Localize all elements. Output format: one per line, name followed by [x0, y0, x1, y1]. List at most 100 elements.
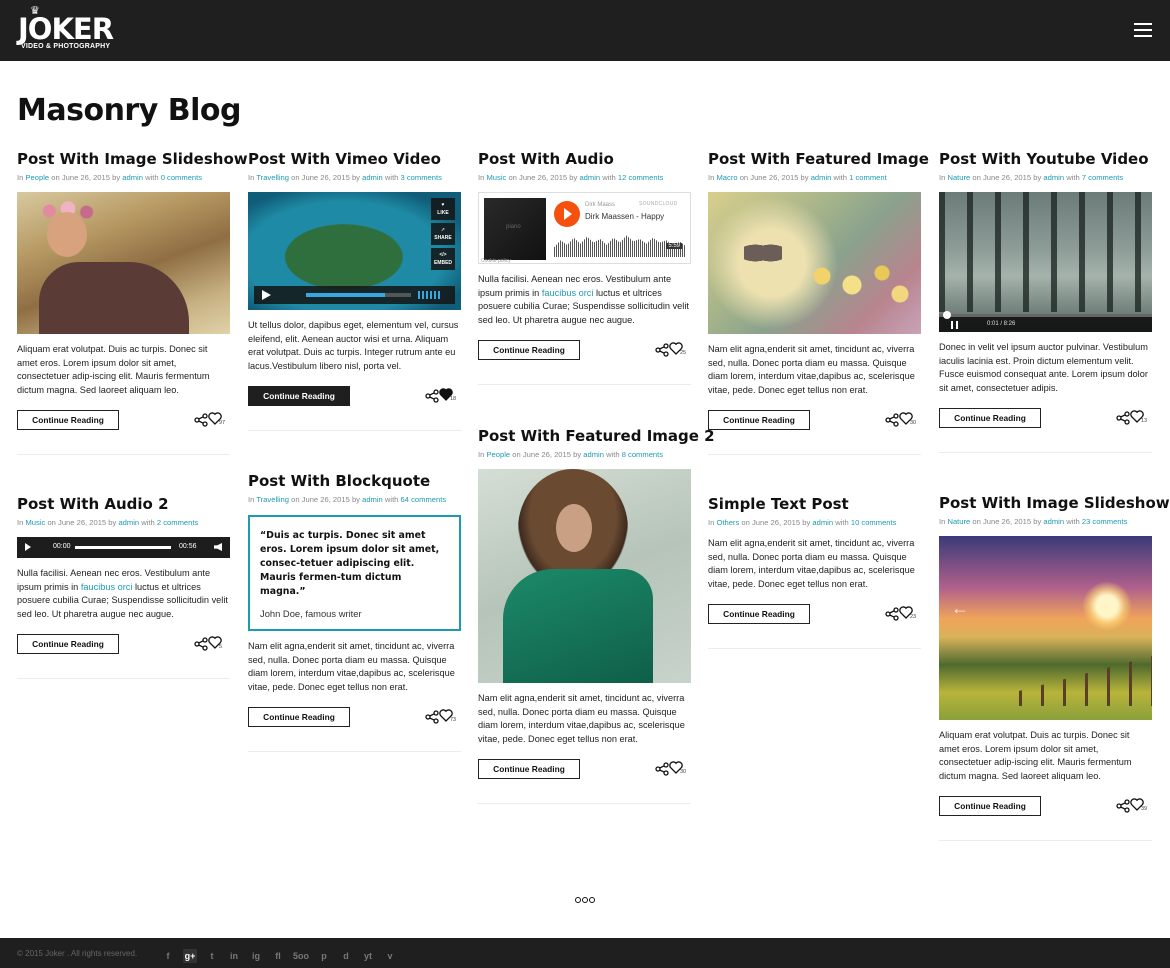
cookie-policy-link[interactable]: Cookie policy: [481, 258, 511, 263]
like-button[interactable]: 30: [899, 412, 919, 428]
author-link[interactable]: admin: [362, 173, 383, 182]
author-link[interactable]: admin: [362, 495, 383, 504]
author-link[interactable]: admin: [583, 450, 604, 459]
category-link[interactable]: People: [486, 450, 510, 459]
share-icon[interactable]: [885, 607, 899, 622]
load-more-dots[interactable]: [575, 890, 597, 903]
share-icon[interactable]: [194, 413, 208, 428]
like-button[interactable]: 23: [899, 606, 919, 622]
hamburger-icon[interactable]: [1134, 23, 1152, 37]
author-link[interactable]: admin: [122, 173, 143, 182]
post-title[interactable]: Post With Audio 2: [17, 495, 230, 514]
continue-reading-button[interactable]: Continue Reading: [708, 410, 810, 431]
share-icon[interactable]: [655, 343, 669, 358]
vimeo-embed-button[interactable]: </> EMBED: [431, 248, 455, 270]
author-link[interactable]: admin: [811, 173, 832, 182]
author-link[interactable]: admin: [118, 518, 139, 527]
post-title[interactable]: Post With Image Slideshow 2: [939, 494, 1170, 513]
share-icon[interactable]: [1116, 411, 1130, 426]
excerpt-link[interactable]: faucibus orci: [81, 582, 133, 592]
audio-progress[interactable]: [75, 546, 171, 549]
like-button[interactable]: 39: [1130, 798, 1150, 814]
soundcloud-player[interactable]: piano Dirk Maass SOUNDCLOUD Dirk Maassen - …: [478, 192, 691, 264]
continue-reading-button[interactable]: Continue Reading: [939, 796, 1041, 817]
social-icon-9[interactable]: yt: [361, 949, 375, 963]
youtube-player[interactable]: 0:01 / 8:26: [939, 192, 1152, 332]
like-button[interactable]: 97: [208, 412, 228, 428]
video-progress[interactable]: [939, 314, 1152, 317]
social-icon-7[interactable]: p: [317, 949, 331, 963]
share-icon[interactable]: [885, 413, 899, 428]
continue-reading-button[interactable]: Continue Reading: [17, 634, 119, 655]
category-link[interactable]: Nature: [947, 517, 970, 526]
like-button[interactable]: 5: [208, 636, 228, 652]
excerpt-link[interactable]: faucibus orci: [542, 288, 594, 298]
featured-image[interactable]: [708, 192, 921, 334]
category-link[interactable]: Others: [716, 518, 739, 527]
social-icon-0[interactable]: f: [161, 949, 175, 963]
slideshow-image[interactable]: ←: [939, 536, 1152, 720]
continue-reading-button[interactable]: Continue Reading: [248, 386, 350, 407]
author-link[interactable]: admin: [1043, 517, 1064, 526]
social-icon-10[interactable]: v: [383, 949, 397, 963]
post-title[interactable]: Post With Audio: [478, 150, 691, 169]
arrow-left-icon[interactable]: ←: [951, 598, 969, 619]
continue-reading-button[interactable]: Continue Reading: [17, 410, 119, 431]
category-link[interactable]: People: [25, 173, 49, 182]
play-icon[interactable]: [25, 543, 31, 551]
video-progress[interactable]: [306, 293, 411, 297]
social-icon-1[interactable]: g+: [183, 949, 197, 963]
vimeo-player[interactable]: ♥ LIKE ➚ SHARE </> EMBED: [248, 192, 461, 310]
category-link[interactable]: Nature: [947, 173, 970, 182]
soundcloud-logo[interactable]: SOUNDCLOUD: [639, 201, 678, 207]
author-link[interactable]: admin: [1043, 173, 1064, 182]
comments-link[interactable]: 10 comments: [851, 518, 897, 527]
share-icon[interactable]: [425, 389, 439, 404]
author-link[interactable]: admin: [812, 518, 833, 527]
slideshow-image[interactable]: [17, 192, 230, 334]
sc-track-title[interactable]: Dirk Maassen - Happy: [585, 212, 664, 221]
play-icon[interactable]: [262, 290, 271, 300]
social-icon-4[interactable]: ig: [249, 949, 263, 963]
like-button[interactable]: 30: [669, 761, 689, 777]
continue-reading-button[interactable]: Continue Reading: [478, 340, 580, 361]
social-icon-8[interactable]: d: [339, 949, 353, 963]
post-title[interactable]: Post With Blockquote: [248, 472, 461, 491]
social-icon-2[interactable]: t: [205, 949, 219, 963]
category-link[interactable]: Music: [486, 173, 506, 182]
social-icon-5[interactable]: fl: [271, 949, 285, 963]
comments-link[interactable]: 3 comments: [401, 173, 442, 182]
pause-icon[interactable]: [951, 321, 958, 329]
comments-link[interactable]: 12 comments: [618, 173, 664, 182]
post-title[interactable]: Post With Vimeo Video: [248, 150, 461, 169]
like-button[interactable]: 18: [439, 388, 459, 404]
continue-reading-button[interactable]: Continue Reading: [248, 707, 350, 728]
social-icon-3[interactable]: in: [227, 949, 241, 963]
comments-link[interactable]: 64 comments: [401, 495, 447, 504]
category-link[interactable]: Music: [25, 518, 45, 527]
continue-reading-button[interactable]: Continue Reading: [478, 759, 580, 780]
featured-image[interactable]: [478, 469, 691, 683]
audio-player[interactable]: 00:00 00:56: [17, 537, 230, 558]
comments-link[interactable]: 2 comments: [157, 518, 198, 527]
continue-reading-button[interactable]: Continue Reading: [939, 408, 1041, 429]
vimeo-share-button[interactable]: ➚ SHARE: [431, 223, 455, 245]
sc-artist[interactable]: Dirk Maass: [585, 202, 615, 208]
post-title[interactable]: Simple Text Post: [708, 495, 921, 514]
post-title[interactable]: Post With Featured Image 2: [478, 427, 715, 446]
share-icon[interactable]: [425, 710, 439, 725]
category-link[interactable]: Travelling: [256, 173, 289, 182]
continue-reading-button[interactable]: Continue Reading: [708, 604, 810, 625]
vimeo-like-button[interactable]: ♥ LIKE: [431, 198, 455, 220]
share-icon[interactable]: [194, 637, 208, 652]
volume-icon[interactable]: [214, 543, 222, 551]
volume-icon[interactable]: [418, 291, 440, 299]
comments-link[interactable]: 0 comments: [161, 173, 202, 182]
comments-link[interactable]: 1 comment: [849, 173, 887, 182]
like-button[interactable]: 73: [439, 709, 459, 725]
post-title[interactable]: Post With Image Slideshow: [17, 150, 248, 169]
post-title[interactable]: Post With Featured Image: [708, 150, 929, 169]
author-link[interactable]: admin: [579, 173, 600, 182]
post-title[interactable]: Post With Youtube Video: [939, 150, 1152, 169]
like-button[interactable]: 25: [669, 342, 689, 358]
